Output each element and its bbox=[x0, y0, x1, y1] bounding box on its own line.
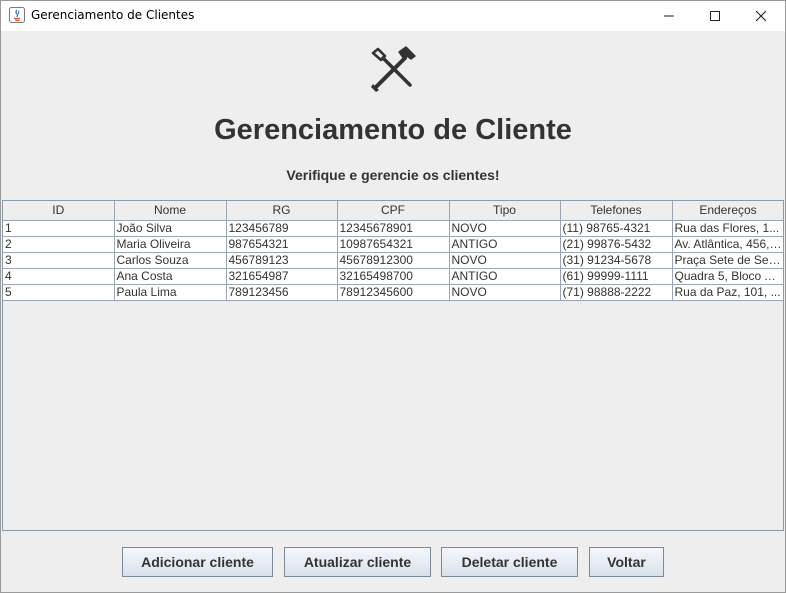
table-cell[interactable]: NOVO bbox=[449, 220, 561, 237]
table-cell[interactable]: 1 bbox=[3, 220, 115, 237]
table-cell[interactable]: Av. Atlântica, 456, ... bbox=[672, 236, 783, 253]
table-cell[interactable]: Carlos Souza bbox=[114, 252, 227, 269]
table-cell[interactable]: (11) 98765-4321 bbox=[560, 220, 673, 237]
table-cell[interactable]: 3 bbox=[3, 252, 115, 269]
table-cell[interactable]: 123456789 bbox=[226, 220, 338, 237]
back-button[interactable]: Voltar bbox=[589, 547, 664, 577]
table-cell[interactable]: 456789123 bbox=[226, 252, 338, 269]
maximize-icon bbox=[710, 10, 720, 21]
table-cell[interactable]: Rua da Paz, 101, ... bbox=[672, 284, 783, 301]
clients-table: ID Nome RG CPF Tipo Telefones Endereços … bbox=[3, 201, 783, 301]
table-row[interactable]: 5 Paula Lima 789123456 78912345600 NOVO … bbox=[3, 284, 783, 301]
table-cell[interactable]: 10987654321 bbox=[337, 236, 450, 253]
page-subtitle: Verifique e gerencie os clientes! bbox=[286, 167, 500, 183]
table-cell[interactable]: Quadra 5, Bloco A... bbox=[672, 268, 783, 285]
minimize-button[interactable] bbox=[646, 0, 692, 31]
column-header-nome[interactable]: Nome bbox=[114, 201, 227, 221]
table-cell[interactable]: NOVO bbox=[449, 252, 561, 269]
column-header-id[interactable]: ID bbox=[3, 201, 115, 221]
close-icon bbox=[755, 10, 767, 21]
delete-client-button[interactable]: Deletar cliente bbox=[441, 547, 578, 577]
table-row[interactable]: 2 Maria Oliveira 987654321 10987654321 A… bbox=[3, 236, 783, 253]
page-title: Gerenciamento de Cliente bbox=[214, 114, 572, 146]
tools-icon bbox=[371, 46, 416, 92]
table-cell[interactable]: (61) 99999-1111 bbox=[560, 268, 673, 285]
table-cell[interactable]: 78912345600 bbox=[337, 284, 450, 301]
java-app-icon bbox=[9, 7, 25, 23]
column-header-cpf[interactable]: CPF bbox=[337, 201, 450, 221]
title-bar: Gerenciamento de Clientes bbox=[0, 0, 786, 31]
table-cell[interactable]: 2 bbox=[3, 236, 115, 253]
column-header-enderecos[interactable]: Endereços bbox=[672, 201, 783, 221]
minimize-icon bbox=[664, 15, 674, 16]
table-cell[interactable]: ANTIGO bbox=[449, 268, 561, 285]
table-cell[interactable]: 45678912300 bbox=[337, 252, 450, 269]
table-cell[interactable]: 12345678901 bbox=[337, 220, 450, 237]
update-client-button[interactable]: Atualizar cliente bbox=[284, 547, 431, 577]
table-cell[interactable]: 789123456 bbox=[226, 284, 338, 301]
table-cell[interactable]: Rua das Flores, 1... bbox=[672, 220, 783, 237]
table-cell[interactable]: 5 bbox=[3, 284, 115, 301]
action-buttons: Adicionar cliente Atualizar cliente Dele… bbox=[0, 547, 786, 577]
table-cell[interactable]: Ana Costa bbox=[114, 268, 227, 285]
table-cell[interactable]: (31) 91234-5678 bbox=[560, 252, 673, 269]
add-client-button[interactable]: Adicionar cliente bbox=[122, 547, 273, 577]
table-cell[interactable]: 987654321 bbox=[226, 236, 338, 253]
table-header-row: ID Nome RG CPF Tipo Telefones Endereços bbox=[3, 201, 783, 221]
table-cell[interactable]: 4 bbox=[3, 268, 115, 285]
maximize-button[interactable] bbox=[692, 0, 738, 31]
table-cell[interactable]: Praça Sete de Set... bbox=[672, 252, 783, 269]
column-header-rg[interactable]: RG bbox=[226, 201, 338, 221]
column-header-tipo[interactable]: Tipo bbox=[449, 201, 561, 221]
close-button[interactable] bbox=[738, 0, 784, 31]
clients-table-scrollpane[interactable]: ID Nome RG CPF Tipo Telefones Endereços … bbox=[2, 200, 784, 531]
table-cell[interactable]: João Silva bbox=[114, 220, 227, 237]
table-row[interactable]: 4 Ana Costa 321654987 32165498700 ANTIGO… bbox=[3, 268, 783, 285]
table-cell[interactable]: Maria Oliveira bbox=[114, 236, 227, 253]
table-cell[interactable]: 321654987 bbox=[226, 268, 338, 285]
window-title: Gerenciamento de Clientes bbox=[31, 8, 195, 22]
table-cell[interactable]: (71) 98888-2222 bbox=[560, 284, 673, 301]
table-cell[interactable]: 32165498700 bbox=[337, 268, 450, 285]
table-cell[interactable]: (21) 99876-5432 bbox=[560, 236, 673, 253]
table-row[interactable]: 3 Carlos Souza 456789123 45678912300 NOV… bbox=[3, 252, 783, 269]
table-cell[interactable]: ANTIGO bbox=[449, 236, 561, 253]
table-cell[interactable]: Paula Lima bbox=[114, 284, 227, 301]
table-cell[interactable]: NOVO bbox=[449, 284, 561, 301]
column-header-telefones[interactable]: Telefones bbox=[560, 201, 673, 221]
table-row[interactable]: 1 João Silva 123456789 12345678901 NOVO … bbox=[3, 220, 783, 237]
